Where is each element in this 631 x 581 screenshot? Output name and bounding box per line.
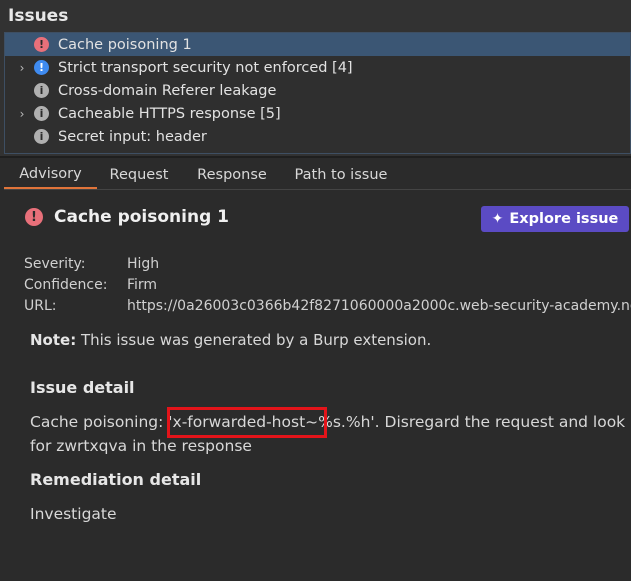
high-severity-icon: ! <box>25 208 43 226</box>
issue-row-cacheable-https[interactable]: › i Cacheable HTTPS response [5] <box>5 102 630 125</box>
severity-label: Severity: <box>24 256 86 272</box>
issue-label: Cacheable HTTPS response [5] <box>58 105 281 122</box>
note-text: This issue was generated by a Burp exten… <box>76 331 432 349</box>
severity-value: High <box>127 256 160 272</box>
issue-row-cache-poisoning[interactable]: ! Cache poisoning 1 <box>5 33 630 56</box>
tab-advisory[interactable]: Advisory <box>4 160 97 189</box>
issue-detail-heading: Issue detail <box>30 378 135 397</box>
url-label: URL: <box>24 298 57 314</box>
detail-tabs: Advisory Request Response Path to issue <box>4 160 631 190</box>
issue-label: Secret input: header <box>58 128 207 145</box>
chevron-right-icon[interactable]: › <box>17 107 27 121</box>
tab-request[interactable]: Request <box>99 160 179 189</box>
medium-severity-icon: ! <box>34 60 49 75</box>
remediation-text: Investigate <box>30 505 117 523</box>
issue-row-cross-domain-referer[interactable]: i Cross-domain Referer leakage <box>5 79 630 102</box>
high-severity-icon: ! <box>34 37 49 52</box>
issues-title: Issues <box>8 6 69 26</box>
highlight-annotation <box>167 407 327 438</box>
pane-splitter[interactable] <box>0 156 631 158</box>
issue-label: Strict transport security not enforced [… <box>58 59 353 76</box>
confidence-value: Firm <box>127 277 158 293</box>
explore-issue-button[interactable]: ✦ Explore issue <box>481 206 629 232</box>
info-severity-icon: i <box>34 83 49 98</box>
remediation-heading: Remediation detail <box>30 470 202 489</box>
issue-detail-line-2: for zwrtxqva in the response <box>30 437 252 455</box>
note-label: Note: <box>30 331 77 349</box>
advisory-title: Cache poisoning 1 <box>54 207 229 227</box>
issues-list: ! Cache poisoning 1 › ! Strict transport… <box>4 32 631 154</box>
tab-path-to-issue[interactable]: Path to issue <box>285 160 397 189</box>
info-severity-icon: i <box>34 129 49 144</box>
issue-row-secret-input[interactable]: i Secret input: header <box>5 125 630 148</box>
issue-detail-line-1: Cache poisoning: 'x-forwarded-host~%s.%h… <box>30 413 626 431</box>
note-line: Note: This issue was generated by a Burp… <box>30 331 431 349</box>
issue-label: Cache poisoning 1 <box>58 36 192 53</box>
info-severity-icon: i <box>34 106 49 121</box>
explore-issue-label: Explore issue <box>509 211 619 227</box>
tab-response[interactable]: Response <box>185 160 279 189</box>
issue-label: Cross-domain Referer leakage <box>58 82 277 99</box>
chevron-right-icon[interactable]: › <box>17 61 27 75</box>
url-value[interactable]: https://0a26003c0366b42f8271060000a2000c… <box>127 298 631 314</box>
confidence-label: Confidence: <box>24 277 108 293</box>
issues-pane: Issues ! Cache poisoning 1 › ! Strict tr… <box>0 0 631 156</box>
issue-row-strict-transport[interactable]: › ! Strict transport security not enforc… <box>5 56 630 79</box>
sparkle-icon: ✦ <box>491 211 504 227</box>
